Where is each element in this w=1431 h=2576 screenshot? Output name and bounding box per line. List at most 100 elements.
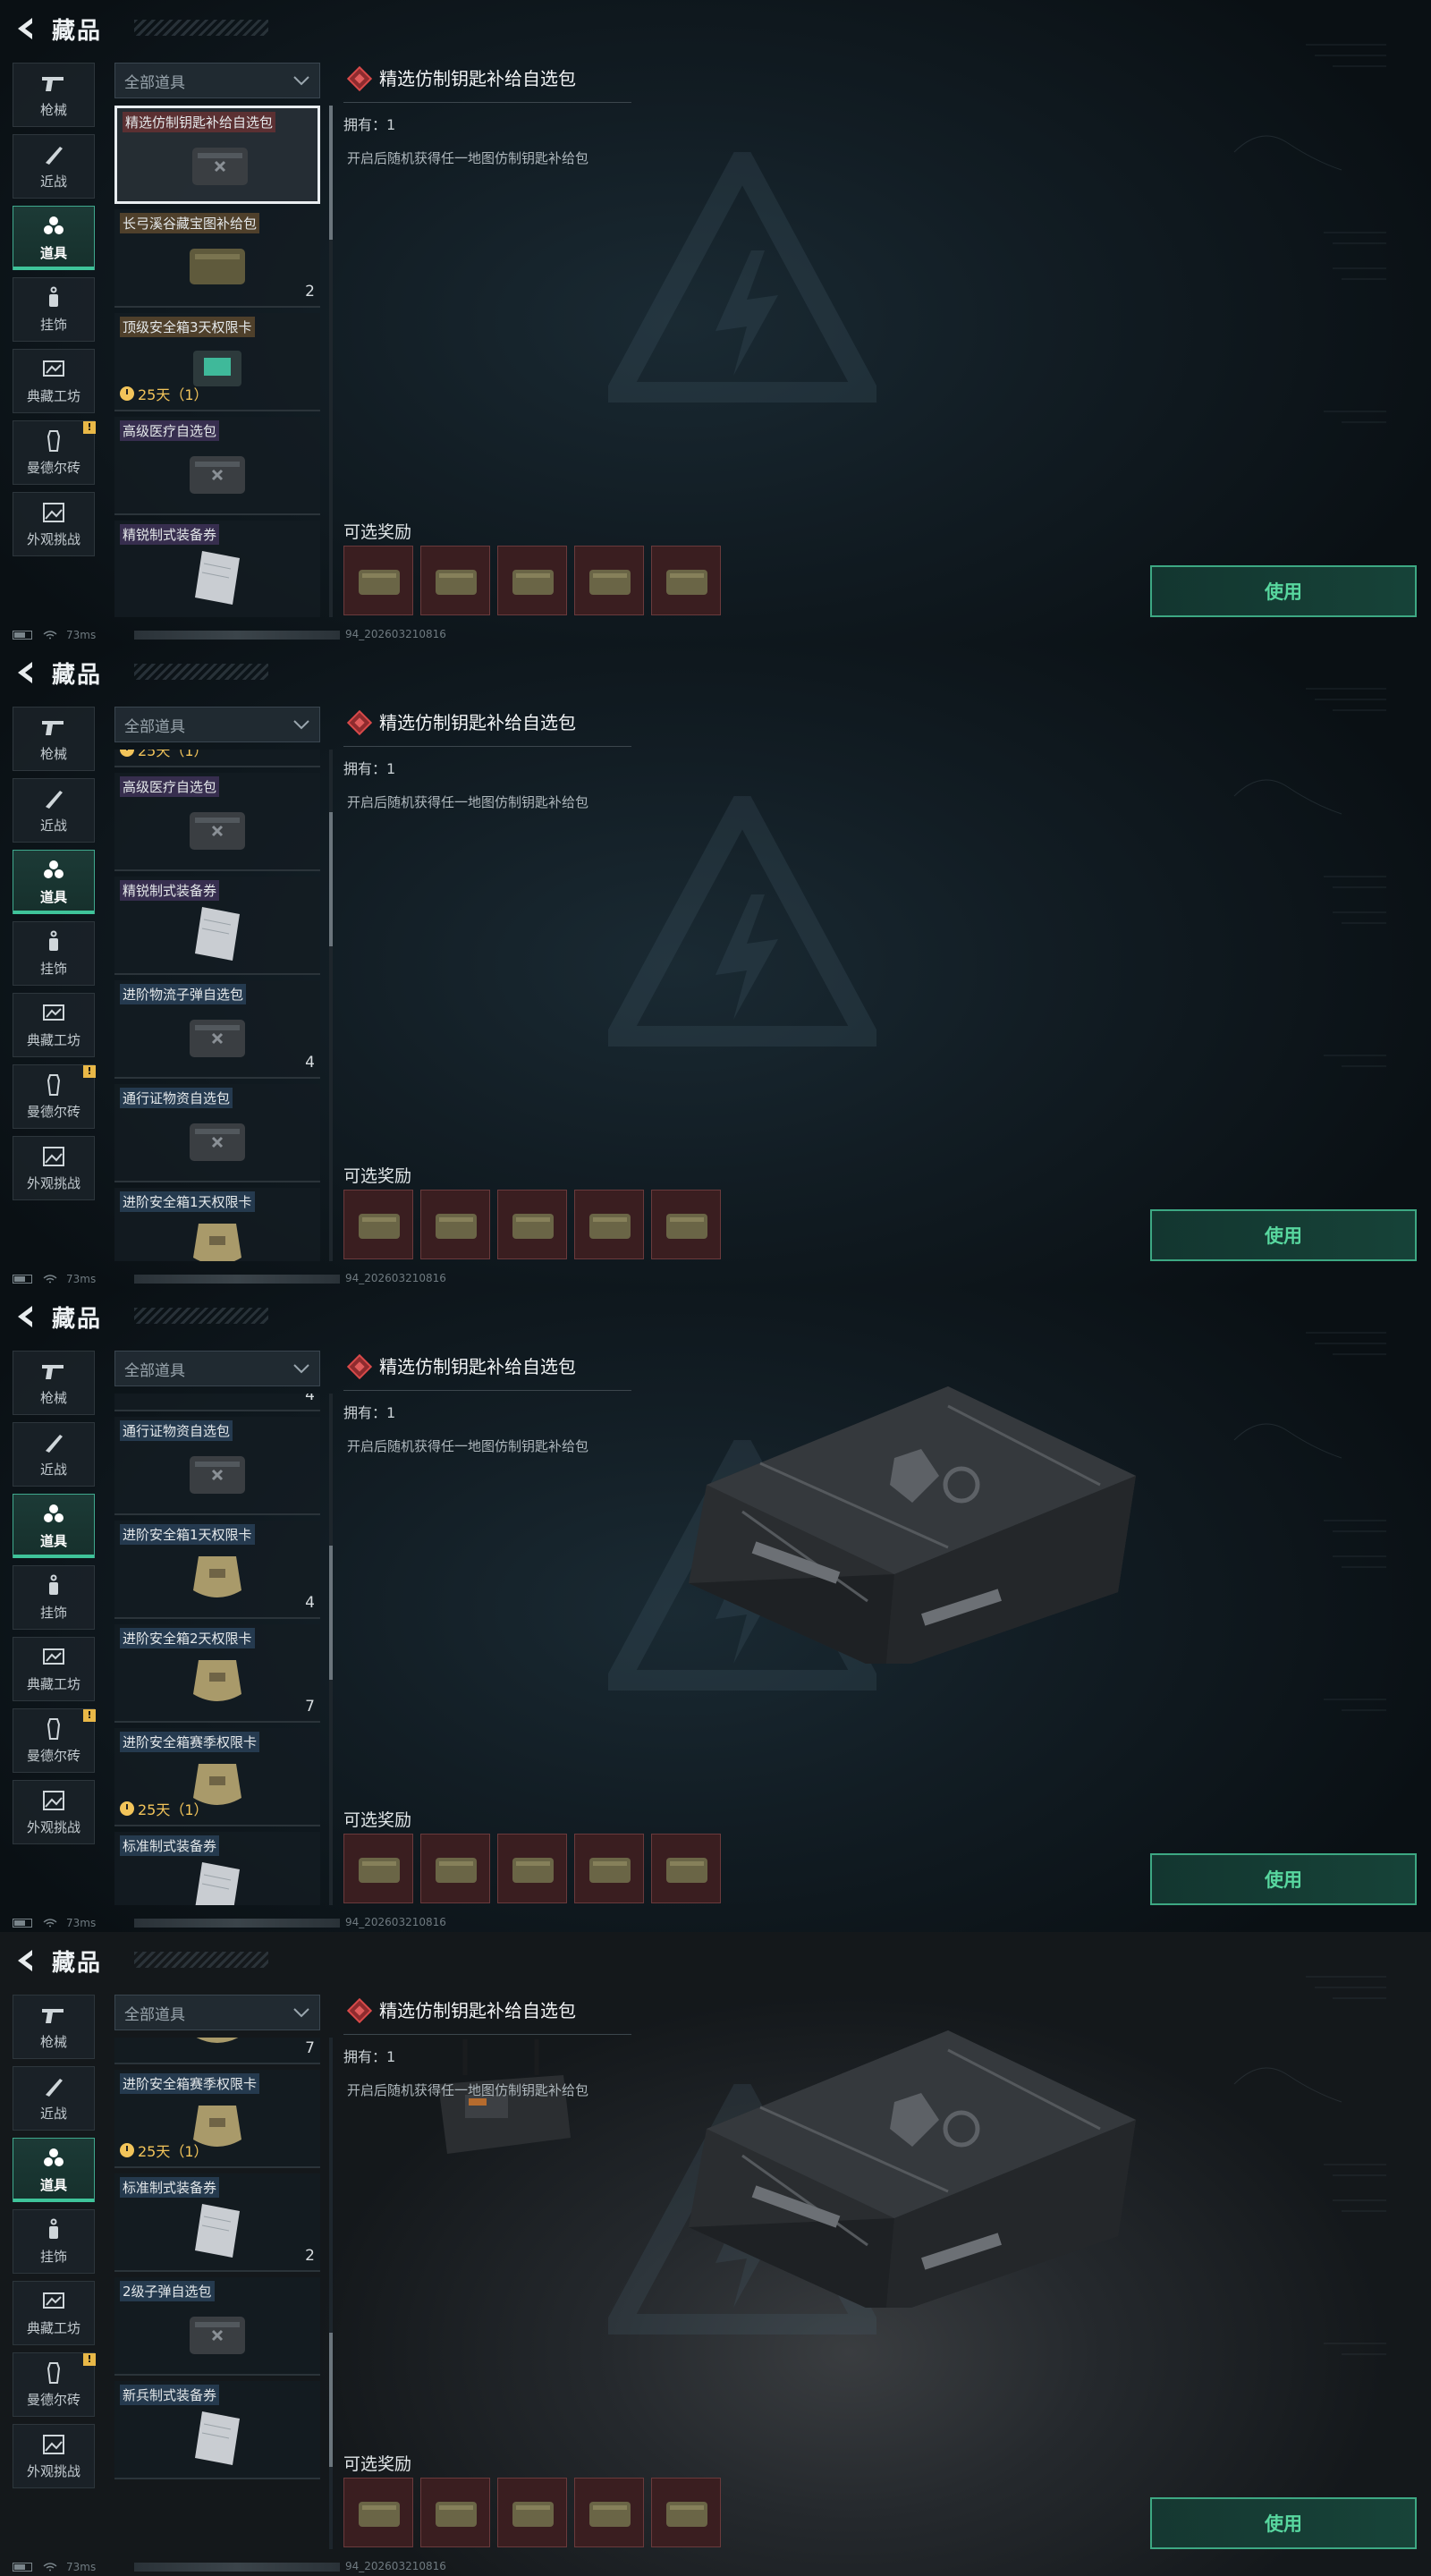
- category-charm[interactable]: 挂饰: [13, 2209, 95, 2274]
- list-item[interactable]: 通行证物资自选包: [114, 1084, 320, 1182]
- category-items[interactable]: 道具: [13, 850, 95, 914]
- item-filter-dropdown[interactable]: 全部道具: [114, 1351, 320, 1386]
- reward-slot[interactable]: [497, 1190, 567, 1259]
- reward-slot[interactable]: [497, 2478, 567, 2547]
- category-workshop[interactable]: 典藏工坊: [13, 1637, 95, 1701]
- use-button[interactable]: 使用: [1150, 565, 1417, 617]
- back-arrow-icon[interactable]: [14, 16, 36, 41]
- item-list-scrollbar[interactable]: [329, 106, 333, 617]
- back-arrow-icon[interactable]: [14, 1948, 36, 1973]
- reward-slot[interactable]: [651, 1190, 721, 1259]
- category-charm[interactable]: 挂饰: [13, 921, 95, 986]
- list-item[interactable]: 高级医疗自选包: [114, 417, 320, 515]
- reward-slot[interactable]: [343, 546, 413, 615]
- category-workshop[interactable]: 典藏工坊: [13, 2281, 95, 2345]
- item-list-scrollbar[interactable]: [329, 2038, 333, 2549]
- scrollbar-thumb[interactable]: [329, 812, 333, 946]
- list-item[interactable]: 进阶安全箱赛季权限卡 25天（1）: [114, 2070, 320, 2168]
- category-knife[interactable]: 近战: [13, 778, 95, 843]
- expiry-text: 25天（1）: [138, 750, 208, 759]
- category-gun[interactable]: 枪械: [13, 1995, 95, 2059]
- item-list[interactable]: 顶级安全箱3天权限卡25天（1） 高级医疗自选包精锐制式装备券进阶物流子弹自选包 4…: [114, 750, 322, 1261]
- reward-slot[interactable]: [420, 546, 490, 615]
- list-item[interactable]: 进阶物流子弹自选包4: [114, 980, 320, 1079]
- reward-slot[interactable]: [343, 1190, 413, 1259]
- category-workshop[interactable]: 典藏工坊: [13, 993, 95, 1057]
- reward-slot[interactable]: [343, 2478, 413, 2547]
- reward-slot[interactable]: [420, 1834, 490, 1903]
- list-item[interactable]: 顶级安全箱3天权限卡25天（1）: [114, 313, 320, 411]
- reward-slot[interactable]: [651, 2478, 721, 2547]
- reward-slot[interactable]: [651, 1834, 721, 1903]
- category-mandel-brick[interactable]: 曼德尔砖!: [13, 1708, 96, 1773]
- list-item[interactable]: 进阶安全箱2天权限卡7: [114, 2038, 320, 2064]
- list-item[interactable]: 精锐制式装备券: [114, 521, 320, 617]
- category-label: 外观挑战: [26, 530, 80, 547]
- item-3d-preview-crate[interactable]: [653, 1377, 1154, 1673]
- category-appearance-challenge[interactable]: 外观挑战: [13, 1780, 95, 1844]
- list-item[interactable]: 精选仿制钥匙补给自选包: [114, 106, 320, 204]
- item-filter-dropdown[interactable]: 全部道具: [114, 63, 320, 98]
- list-item[interactable]: 进阶安全箱1天权限卡4: [114, 1521, 320, 1619]
- knife-icon: [40, 1431, 67, 1454]
- category-knife[interactable]: 近战: [13, 1422, 95, 1487]
- item-list[interactable]: 精选仿制钥匙补给自选包 长弓溪谷藏宝图补给包 2 顶级安全箱3天权限卡 25天（1） 高级…: [114, 106, 322, 617]
- item-list[interactable]: 进阶安全箱2天权限卡7 进阶安全箱赛季权限卡 25天（1） 标准制式装备券 2 2级子弹自…: [114, 2038, 322, 2549]
- reward-slot[interactable]: [343, 1834, 413, 1903]
- reward-slot[interactable]: [420, 1190, 490, 1259]
- reward-slot[interactable]: [420, 2478, 490, 2547]
- use-button[interactable]: 使用: [1150, 2497, 1417, 2549]
- category-charm[interactable]: 挂饰: [13, 277, 95, 342]
- category-knife[interactable]: 近战: [13, 134, 95, 199]
- category-gun[interactable]: 枪械: [13, 1351, 95, 1415]
- category-charm[interactable]: 挂饰: [13, 1565, 95, 1630]
- header: 藏品: [0, 0, 286, 57]
- back-arrow-icon[interactable]: [14, 1304, 36, 1329]
- back-arrow-icon[interactable]: [14, 660, 36, 685]
- list-item[interactable]: 进阶安全箱2天权限卡7: [114, 1624, 320, 1723]
- list-item[interactable]: 进阶物流子弹自选包4: [114, 1394, 320, 1411]
- use-button[interactable]: 使用: [1150, 1209, 1417, 1261]
- category-items[interactable]: 道具: [13, 2138, 95, 2202]
- reward-slot[interactable]: [574, 1190, 644, 1259]
- category-items[interactable]: 道具: [13, 1494, 95, 1558]
- category-mandel-brick[interactable]: 曼德尔砖!: [13, 2352, 96, 2417]
- list-item[interactable]: 2级子弹自选包: [114, 2277, 320, 2376]
- list-item[interactable]: 长弓溪谷藏宝图补给包 2: [114, 209, 320, 308]
- list-item[interactable]: 精锐制式装备券: [114, 877, 320, 975]
- scrollbar-thumb[interactable]: [329, 1546, 333, 1680]
- category-mandel-brick[interactable]: 曼德尔砖!: [13, 420, 96, 485]
- list-item[interactable]: 通行证物资自选包: [114, 1417, 320, 1515]
- category-gun[interactable]: 枪械: [13, 63, 95, 127]
- scrollbar-thumb[interactable]: [329, 106, 333, 240]
- list-item[interactable]: 标准制式装备券2: [114, 2174, 320, 2272]
- category-items[interactable]: 道具: [13, 206, 95, 270]
- list-item[interactable]: 进阶安全箱赛季权限卡 25天（1）: [114, 1728, 320, 1826]
- reward-slot[interactable]: [574, 546, 644, 615]
- list-item[interactable]: 顶级安全箱3天权限卡25天（1）: [114, 750, 320, 767]
- category-knife[interactable]: 近战: [13, 2066, 95, 2131]
- list-item[interactable]: 进阶安全箱1天权限卡4: [114, 1188, 320, 1261]
- item-list[interactable]: 进阶物流子弹自选包4 通行证物资自选包进阶安全箱1天权限卡 4 进阶安全箱2天权限卡 7…: [114, 1394, 322, 1905]
- item-filter-dropdown[interactable]: 全部道具: [114, 1995, 320, 2030]
- scrollbar-thumb[interactable]: [329, 2333, 333, 2467]
- category-gun[interactable]: 枪械: [13, 707, 95, 771]
- reward-slot[interactable]: [497, 1834, 567, 1903]
- list-item[interactable]: 标准制式装备券2: [114, 1832, 320, 1905]
- item-list-scrollbar[interactable]: [329, 1394, 333, 1905]
- category-appearance-challenge[interactable]: 外观挑战: [13, 492, 95, 556]
- item-filter-dropdown[interactable]: 全部道具: [114, 707, 320, 742]
- list-item[interactable]: 新兵制式装备券: [114, 2381, 320, 2479]
- reward-slot[interactable]: [574, 2478, 644, 2547]
- use-button[interactable]: 使用: [1150, 1853, 1417, 1905]
- item-list-scrollbar[interactable]: [329, 750, 333, 1261]
- category-appearance-challenge[interactable]: 外观挑战: [13, 1136, 95, 1200]
- reward-slot[interactable]: [497, 546, 567, 615]
- category-appearance-challenge[interactable]: 外观挑战: [13, 2424, 95, 2488]
- category-workshop[interactable]: 典藏工坊: [13, 349, 95, 413]
- category-mandel-brick[interactable]: 曼德尔砖!: [13, 1064, 96, 1129]
- reward-slot[interactable]: [574, 1834, 644, 1903]
- reward-slot[interactable]: [651, 546, 721, 615]
- item-3d-preview-crate[interactable]: [653, 2021, 1154, 2317]
- list-item[interactable]: 高级医疗自选包: [114, 773, 320, 871]
